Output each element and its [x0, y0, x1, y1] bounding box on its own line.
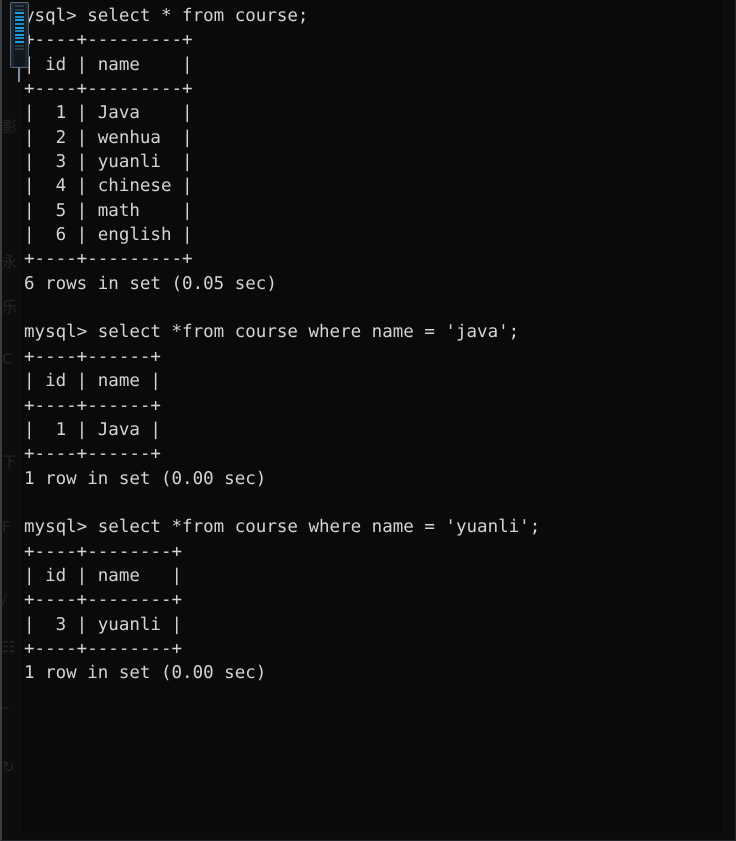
console-text-block: ysql> select * from course; +----+-------… — [24, 4, 722, 686]
console-line: +----+--------+ — [24, 590, 183, 611]
console-line: 1 row in set (0.00 sec) — [24, 663, 267, 684]
scrollbar-segment — [15, 15, 24, 18]
console-line: +----+---------+ — [24, 79, 193, 100]
console-line: +----+------+ — [24, 395, 161, 416]
console-line: +----+--------+ — [24, 638, 183, 659]
console-line: | 5 | math | — [24, 200, 193, 221]
console-line: | 4 | chinese | — [24, 176, 193, 197]
scrollbar-segment — [15, 19, 24, 22]
left-gutter — [2, 0, 22, 840]
console-line: | 3 | yuanli | — [24, 152, 193, 173]
console-line: mysql> select *from course where name = … — [24, 322, 520, 343]
scrollbar-segment — [15, 12, 24, 15]
console-line: ysql> select * from course; — [24, 6, 309, 26]
scrollbar-segment — [15, 37, 24, 40]
scrollbar-segment — [15, 44, 24, 47]
console-line: 1 row in set (0.00 sec) — [24, 468, 267, 489]
console-line: | 3 | yuanli | — [24, 614, 183, 635]
console-line: 6 rows in set (0.05 sec) — [24, 273, 277, 294]
scrollbar-segment — [15, 8, 24, 11]
scrollbar-segment — [15, 5, 24, 7]
console-output-surface[interactable]: ysql> select * from course; +----+-------… — [22, 0, 722, 833]
console-line: | id | name | — [24, 565, 183, 586]
console-line: | id | name | — [24, 54, 193, 75]
scrollbar-thumb[interactable] — [14, 4, 25, 66]
console-line: | 2 | wenhua | — [24, 127, 193, 148]
scrollbar-segment — [15, 30, 24, 33]
terminal-window: ysql> select * from course; +----+-------… — [0, 0, 736, 841]
scrollbar-segment — [15, 26, 24, 29]
vertical-scrollbar[interactable] — [10, 2, 29, 68]
scrollbar-segment — [15, 22, 24, 25]
scrollbar-track-line[interactable] — [18, 68, 20, 82]
console-line: +----+------+ — [24, 346, 161, 367]
console-line: +----+---------+ — [24, 30, 193, 51]
scrollbar-segment — [15, 33, 24, 36]
console-line: mysql> select *from course where name = … — [24, 517, 541, 538]
console-line: +----+--------+ — [24, 541, 183, 562]
console-line: +----+------+ — [24, 444, 161, 465]
console-line: | id | name | — [24, 371, 161, 392]
console-line: +----+---------+ — [24, 249, 193, 270]
console-line: | 1 | Java | — [24, 103, 193, 124]
console-line: | 6 | english | — [24, 225, 193, 246]
scrollbar-segment — [15, 48, 24, 51]
scrollbar-segment — [15, 40, 24, 43]
console-line: | 1 | Java | — [24, 419, 161, 440]
